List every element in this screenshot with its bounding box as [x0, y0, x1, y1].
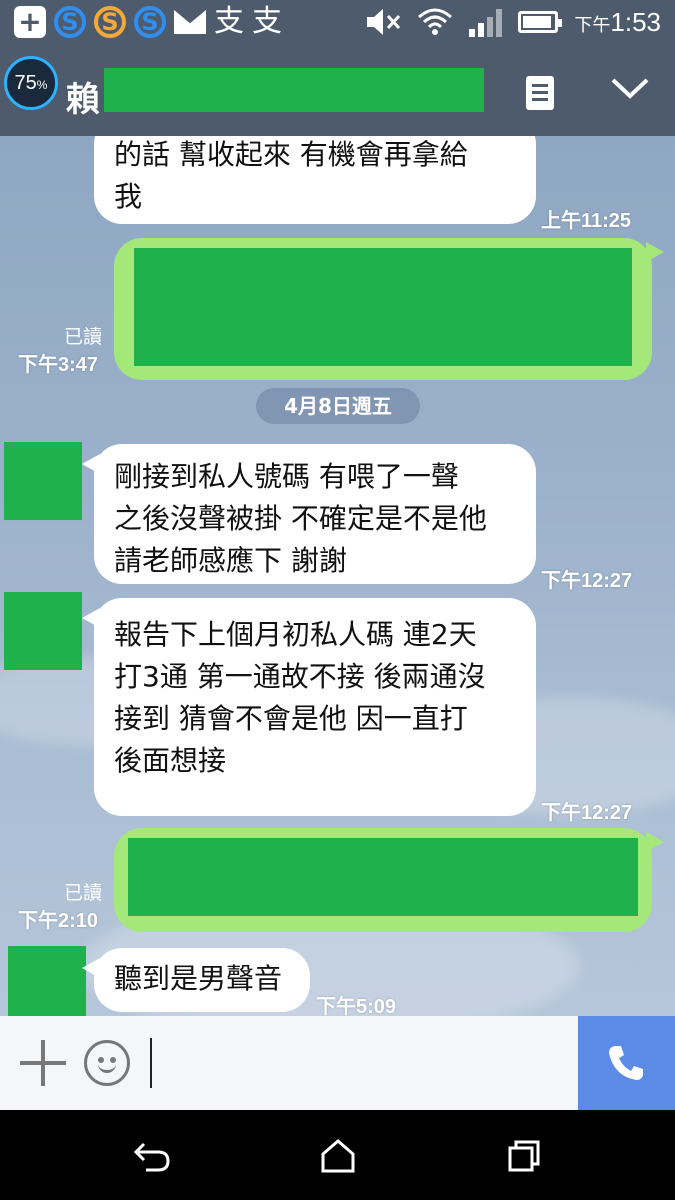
message-line: 剛接到私人號碼 有喂了一聲 — [114, 460, 459, 493]
badge-unit: % — [36, 78, 48, 92]
message-time: 下午3:47 — [18, 354, 99, 376]
message-input-bar — [0, 1016, 675, 1110]
redacted-content — [134, 248, 632, 366]
home-icon[interactable] — [318, 1138, 358, 1174]
read-receipt: 已讀 — [63, 882, 102, 904]
badge-value: 75 — [14, 72, 37, 94]
avatar[interactable] — [8, 946, 86, 1016]
system-nav-bar — [0, 1110, 675, 1200]
message-time: 下午12:27 — [541, 570, 633, 592]
read-receipt: 已讀 — [63, 326, 102, 348]
avatar[interactable] — [4, 592, 82, 670]
message-time: 下午5:09 — [316, 996, 397, 1016]
system-icons: 下午1:53 — [365, 6, 661, 38]
message-bubble-incoming[interactable]: 聽到是男聲音 — [82, 948, 310, 1012]
message-bubble-outgoing[interactable] — [114, 828, 664, 932]
chat-area[interactable]: 的話 幫收起來 有機會再拿給 我 上午11:25 已讀 下午3:47 4月8日週… — [0, 136, 675, 1016]
s-app-icon: S — [54, 6, 86, 38]
battery-icon — [518, 11, 563, 33]
status-time: 下午1:53 — [574, 7, 661, 38]
wifi-icon — [418, 8, 453, 35]
message-time: 下午2:10 — [18, 910, 99, 932]
s-app-icon: S — [94, 6, 126, 38]
notification-icons: + S S S 支 支 — [14, 6, 282, 38]
message-line: 我 — [114, 180, 143, 213]
message-bubble-incoming[interactable]: 剛接到私人號碼 有喂了一聲 之後沒聲被掛 不確定是不是他 請老師感應下 謝謝 — [82, 444, 536, 584]
message-input[interactable] — [150, 1038, 570, 1088]
s-app-icon: S — [134, 6, 166, 38]
message-line: 接到 猜會不會是他 因一直打 — [114, 702, 468, 735]
message-time: 上午11:25 — [541, 210, 632, 232]
message-bubble-incoming[interactable]: 的話 幫收起來 有機會再拿給 我 — [94, 136, 536, 224]
memory-boost-badge[interactable]: 75% — [4, 56, 58, 110]
phone-icon — [609, 1046, 643, 1080]
message-line: 之後沒聲被掛 不確定是不是他 — [114, 502, 487, 535]
chevron-down-icon[interactable] — [610, 76, 650, 100]
date-divider: 4月8日週五 — [256, 388, 420, 424]
message-line: 的話 幫收起來 有機會再拿給 — [114, 138, 468, 171]
mail-icon — [174, 10, 206, 34]
message-line: 後面想接 — [114, 744, 227, 777]
plus-icon: + — [14, 6, 46, 38]
plus-icon[interactable] — [20, 1040, 66, 1086]
recents-icon[interactable] — [504, 1138, 544, 1174]
mute-icon — [367, 9, 401, 35]
message-line: 請老師感應下 謝謝 — [114, 544, 347, 577]
notification-char-1: 支 — [214, 4, 244, 39]
redacted-content — [128, 838, 638, 916]
contact-name[interactable]: 賴 — [66, 72, 100, 121]
call-button[interactable] — [578, 1016, 675, 1110]
message-line: 打3通 第一通故不接 後兩通沒 — [114, 660, 486, 693]
clock: 1:53 — [610, 6, 661, 37]
message-bubble-incoming[interactable]: 報告下上個月初私人碼 連2天 打3通 第一通故不接 後兩通沒 接到 猜會不會是他… — [82, 598, 536, 816]
message-bubble-outgoing[interactable] — [114, 238, 664, 380]
message-time: 下午12:27 — [541, 802, 633, 824]
emoji-icon[interactable] — [84, 1040, 130, 1086]
status-bar: + S S S 支 支 下午1:53 — [0, 0, 675, 46]
signal-icon — [469, 7, 503, 37]
notes-icon[interactable] — [526, 76, 554, 110]
avatar[interactable] — [4, 442, 82, 520]
message-line: 聽到是男聲音 — [114, 962, 283, 995]
chat-header: 75% 賴 — [0, 46, 675, 136]
notification-char-2: 支 — [252, 4, 282, 39]
time-period: 下午 — [574, 14, 611, 35]
message-line: 報告下上個月初私人碼 連2天 — [114, 618, 477, 651]
back-icon[interactable] — [132, 1138, 172, 1174]
redacted-name — [104, 68, 484, 112]
